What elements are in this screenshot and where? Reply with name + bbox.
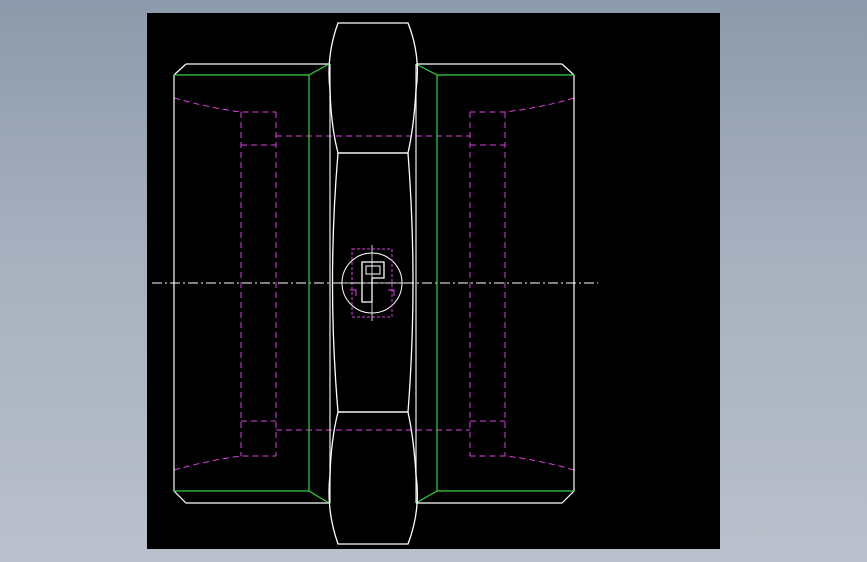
left-shoulder-chamfer-bottom — [308, 490, 330, 504]
left-shoulder-chamfer-top — [308, 63, 330, 76]
hidden-taper-left-bottom — [173, 455, 276, 471]
right-shoulder-chamfer-bottom — [415, 490, 438, 504]
hex-face-bottom — [328, 411, 418, 545]
emblem-letter-p-bowl — [365, 265, 381, 275]
hidden-taper-right-bottom — [470, 455, 575, 471]
right-shoulder-chamfer-top — [415, 63, 438, 76]
hex-nipple-drawing — [152, 22, 598, 545]
cad-viewport[interactable] — [147, 13, 720, 549]
cad-window-background — [0, 0, 867, 562]
internal-thread-hidden-lines — [173, 97, 575, 471]
hidden-taper-left-top — [173, 97, 276, 113]
emblem-letter-p — [361, 261, 385, 303]
hex-face-top — [328, 22, 418, 154]
brand-emblem — [340, 245, 404, 321]
hidden-taper-right-top — [470, 97, 575, 113]
